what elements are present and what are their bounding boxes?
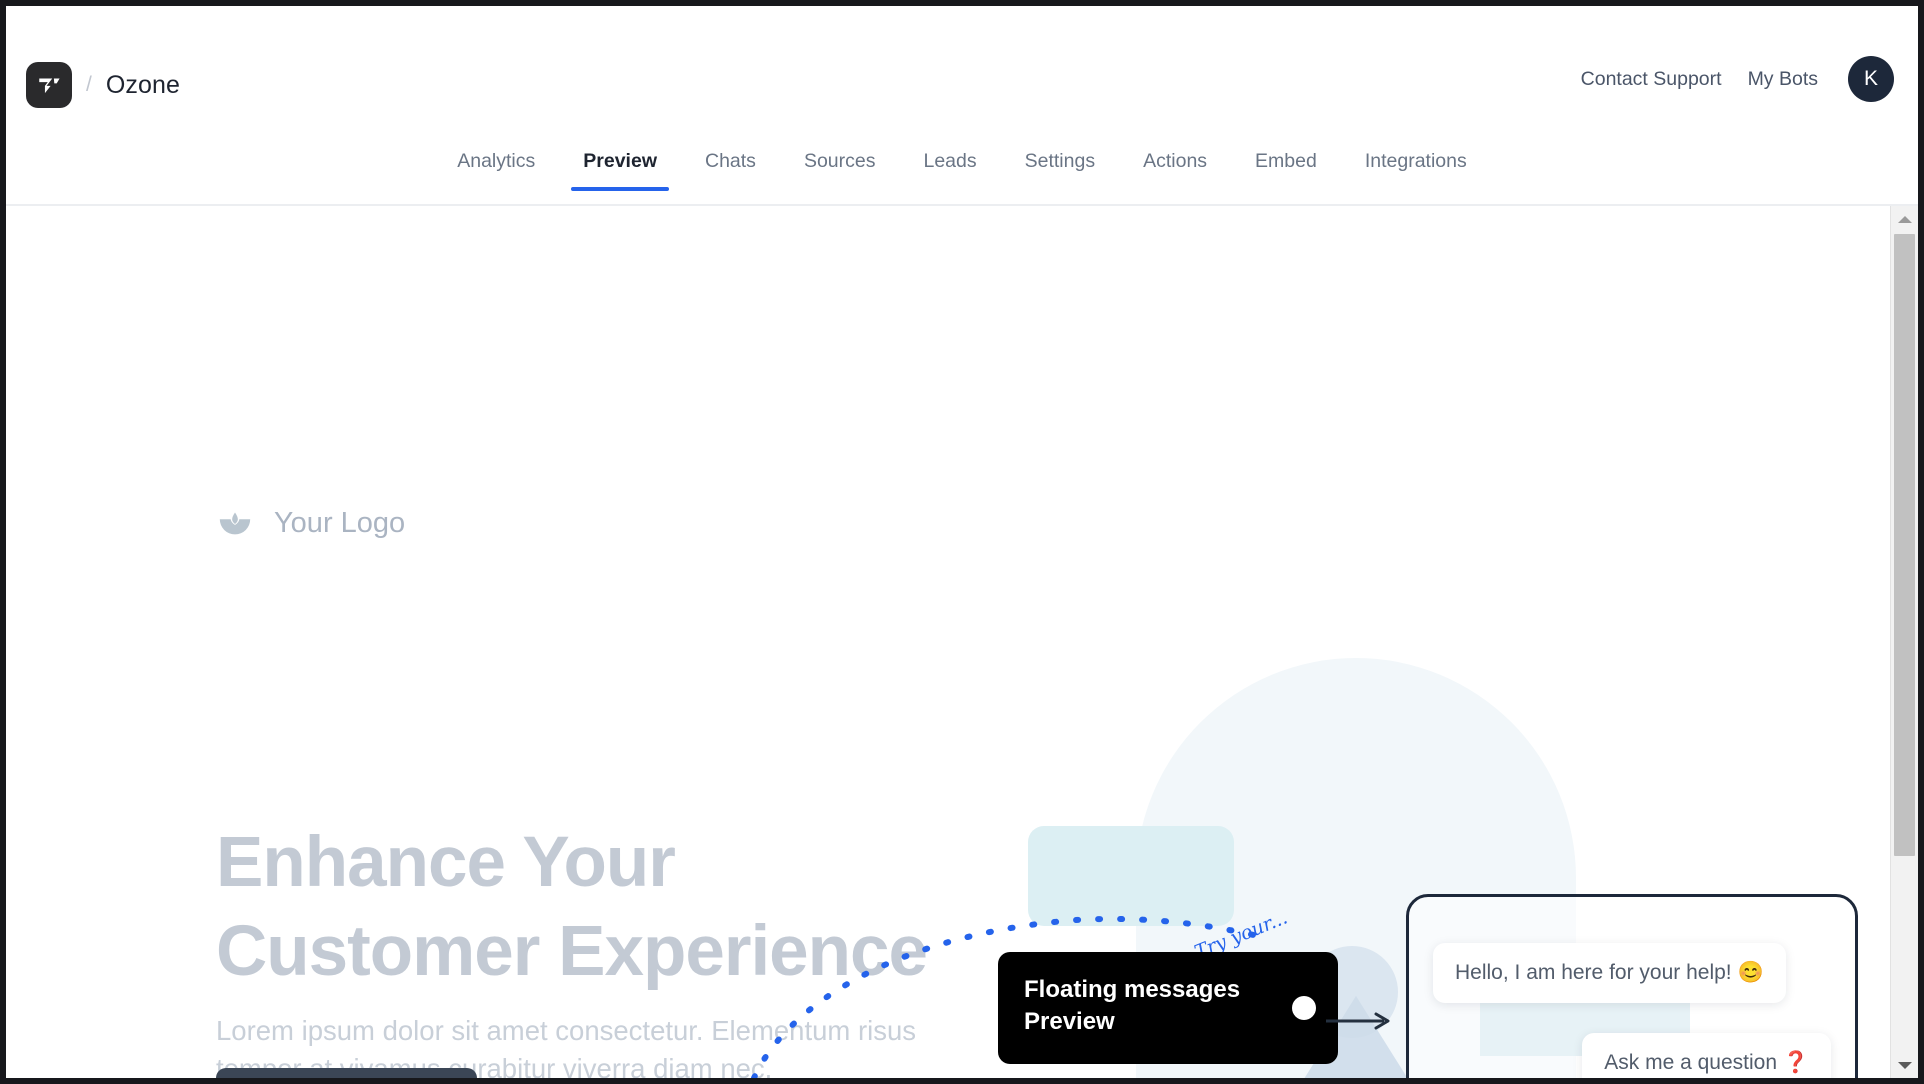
- tab-actions[interactable]: Actions: [1119, 148, 1231, 189]
- vertical-scrollbar[interactable]: [1890, 206, 1918, 1078]
- top-bar-actions: Contact Support My Bots K: [1581, 56, 1894, 102]
- breadcrumb-separator: /: [86, 73, 92, 96]
- preview-brand-logo: Your Logo: [216, 504, 405, 542]
- preview-brand-logo-label: Your Logo: [274, 506, 406, 539]
- tab-chats[interactable]: Chats: [681, 148, 780, 189]
- tab-integrations[interactable]: Integrations: [1341, 148, 1491, 189]
- ozone-logo-icon[interactable]: [26, 62, 72, 108]
- chevron-up-icon[interactable]: [1891, 206, 1918, 232]
- chat-message-bot: Hello, I am here for your help! 😊: [1433, 943, 1786, 1003]
- my-bots-link[interactable]: My Bots: [1748, 68, 1818, 91]
- try-in-full-screen-button[interactable]: Try in full screen: [216, 1068, 477, 1078]
- app-window: / Ozone Contact Support My Bots K Analyt…: [0, 0, 1924, 1084]
- smile-emoji-icon: 😊: [1737, 961, 1764, 984]
- chat-message-bot-text: Hello, I am here for your help!: [1455, 961, 1732, 984]
- workspace-name: Ozone: [105, 70, 181, 99]
- hero-block: Enhance Your Customer Experience Lorem i…: [216, 818, 936, 1078]
- tab-settings[interactable]: Settings: [1001, 148, 1119, 189]
- callout-anchor-dot: [1292, 996, 1316, 1020]
- chat-widget-preview[interactable]: Hello, I am here for your help! 😊 Ask me…: [1406, 894, 1858, 1078]
- tab-leads[interactable]: Leads: [899, 148, 1000, 189]
- main-nav: Analytics Preview Chats Sources Leads Se…: [6, 148, 1918, 206]
- contact-support-link[interactable]: Contact Support: [1581, 68, 1722, 91]
- page-title: Enhance Your Customer Experience: [216, 823, 928, 991]
- tab-preview[interactable]: Preview: [559, 148, 681, 191]
- callout-arrow-icon: [1326, 1012, 1390, 1030]
- scrollbar-thumb[interactable]: [1894, 234, 1915, 856]
- top-bar: / Ozone Contact Support My Bots K: [6, 6, 1918, 148]
- chat-message-user: Ask me a question ❓: [1582, 1033, 1831, 1078]
- floating-messages-callout: Floating messages Preview: [998, 952, 1338, 1064]
- chat-message-user-text: Ask me a question: [1604, 1051, 1777, 1074]
- preview-stage: Your Logo Enhance Your Customer Experien…: [6, 206, 1918, 1078]
- chevron-down-icon[interactable]: [1891, 1052, 1918, 1078]
- decorative-teal-rectangle: [1028, 826, 1234, 926]
- droplet-arc-icon: [216, 504, 254, 542]
- tab-analytics[interactable]: Analytics: [433, 148, 559, 189]
- brand-breadcrumb[interactable]: / Ozone: [26, 62, 180, 108]
- callout-label: Floating messages Preview: [1024, 976, 1241, 1035]
- tab-embed[interactable]: Embed: [1231, 148, 1341, 189]
- avatar[interactable]: K: [1848, 56, 1894, 102]
- tab-sources[interactable]: Sources: [780, 148, 900, 189]
- question-emoji-icon: ❓: [1782, 1051, 1809, 1074]
